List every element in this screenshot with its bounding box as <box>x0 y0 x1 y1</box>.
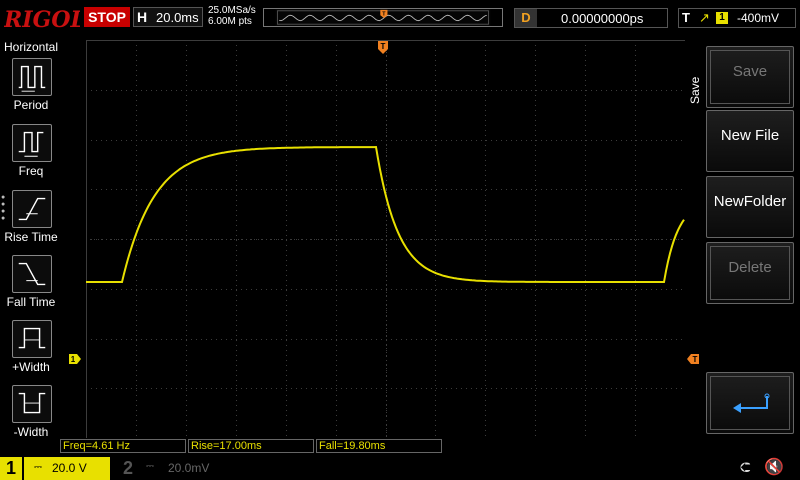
memory-depth: 6.00M pts <box>208 16 252 27</box>
menu-page-dots: ● ● ● ● <box>1 194 6 222</box>
negative-width-icon <box>12 385 52 423</box>
usb-icon: ⮈ <box>740 459 751 475</box>
frequency-icon <box>12 124 52 162</box>
delete-button-label: Delete <box>728 259 772 276</box>
positive-width-icon <box>12 320 52 358</box>
memory-overview-bar[interactable]: T <box>263 8 503 27</box>
return-icon <box>733 393 770 413</box>
trigger-position-marker[interactable]: T <box>377 40 389 56</box>
ch2-scale-box[interactable]: ⎓ 20.0mV <box>142 460 220 478</box>
trigger-readout[interactable]: T ↗ 1 -400mV <box>678 8 796 28</box>
svg-text:T: T <box>693 355 698 364</box>
timebase-value: 20.0ms <box>156 10 199 25</box>
trigger-label: T <box>682 10 690 25</box>
measure-category-title: Horizontal <box>3 40 59 54</box>
measurement-rise-time[interactable]: Rise=17.00ms <box>188 439 314 453</box>
dc-coupling-icon: ⎓ <box>146 461 154 472</box>
freq-label: Freq <box>18 164 44 178</box>
svg-text:T: T <box>381 42 386 51</box>
sample-rate: 25.0MSa/s <box>208 5 256 16</box>
rigol-logo: RIGOL <box>4 7 80 33</box>
period-label: Period <box>13 98 49 112</box>
measure-rise-time-button[interactable]: Rise Time <box>4 190 60 252</box>
measurement-fall-time[interactable]: Fall=19.80ms <box>316 439 442 453</box>
new-folder-label: NewFolder <box>713 193 787 210</box>
ch2-indicator[interactable]: 2 <box>118 457 138 480</box>
ch1-ground-marker[interactable]: 1 <box>68 353 82 365</box>
waveform-display[interactable] <box>86 40 685 438</box>
measure-freq-button[interactable]: Freq <box>6 124 60 186</box>
measure-fall-time-button[interactable]: Fall Time <box>6 255 60 317</box>
fall-time-label: Fall Time <box>6 295 56 309</box>
new-file-label: New File <box>720 127 780 144</box>
return-button[interactable] <box>706 372 794 434</box>
positive-width-label: +Width <box>12 360 50 374</box>
ch1-indicator[interactable]: 1 <box>0 457 22 480</box>
measure-negative-width-button[interactable]: -Width <box>6 385 60 447</box>
ch2-scale-value: 20.0mV <box>168 461 210 475</box>
rise-time-label: Rise Time <box>4 230 58 244</box>
svg-text:RIGOL: RIGOL <box>4 7 80 33</box>
period-icon <box>12 58 52 96</box>
save-button-label: Save <box>732 63 768 80</box>
new-file-button[interactable]: New File <box>706 110 794 172</box>
ch1-scale-box[interactable]: ⎓ 20.0 V <box>24 457 110 480</box>
softkey-menu-title: Save <box>688 76 702 104</box>
delay-label: D <box>515 9 537 27</box>
fall-time-icon <box>12 255 52 293</box>
trigger-source-badge: 1 <box>716 12 728 24</box>
new-folder-button[interactable]: NewFolder <box>706 176 794 238</box>
measurement-frequency[interactable]: Freq=4.61 Hz <box>60 439 186 453</box>
measure-positive-width-button[interactable]: +Width <box>6 320 60 382</box>
save-button[interactable]: Save <box>706 46 794 108</box>
svg-text:1: 1 <box>71 355 76 364</box>
rise-time-icon <box>12 190 52 228</box>
delay-value: 0.00000000ps <box>561 11 644 26</box>
speaker-muted-icon: 🔇 <box>764 459 784 476</box>
ch1-scale-value: 20.0 V <box>52 461 87 475</box>
delay-readout[interactable]: D 0.00000000ps <box>514 8 668 28</box>
run-stop-status[interactable]: STOP <box>84 7 130 27</box>
horizontal-label: H <box>137 9 148 25</box>
rising-edge-icon: ↗ <box>699 10 710 25</box>
delete-button[interactable]: Delete <box>706 242 794 304</box>
trigger-level-marker[interactable]: T <box>686 353 700 365</box>
negative-width-label: -Width <box>13 425 49 439</box>
dc-coupling-icon: ⎓ <box>34 462 42 473</box>
trigger-level-value: -400mV <box>737 11 780 25</box>
horizontal-timebase[interactable]: H 20.0ms <box>133 7 203 27</box>
measure-period-button[interactable]: Period <box>6 58 60 120</box>
